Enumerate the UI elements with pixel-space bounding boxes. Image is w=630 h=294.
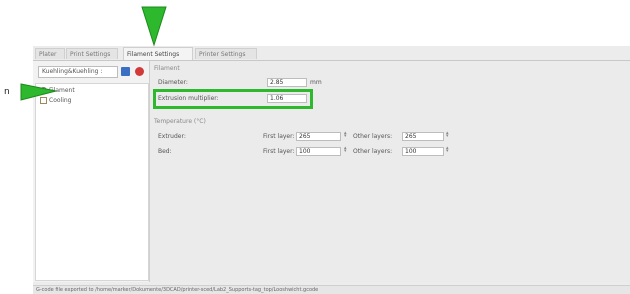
filament-pointer-arrow-icon <box>20 83 57 101</box>
tab-pointer-arrow-icon <box>141 6 167 47</box>
annotation-text: n <box>4 87 10 97</box>
annotation-overlay <box>20 6 167 101</box>
